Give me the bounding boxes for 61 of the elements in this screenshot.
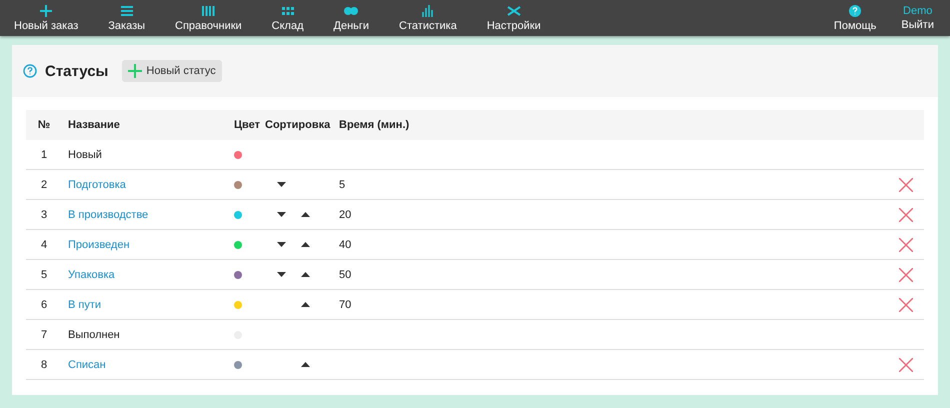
table-cell: 5: [339, 178, 346, 190]
table-cell: 70: [339, 298, 352, 310]
up-arrow-icon[interactable]: [301, 212, 310, 217]
delete-icon[interactable]: [899, 358, 913, 372]
help-link[interactable]: Помощь: [818, 0, 892, 36]
down-arrow-icon[interactable]: [277, 272, 286, 277]
delete-icon[interactable]: [899, 238, 913, 252]
delete-icon[interactable]: [899, 298, 913, 312]
new-status-button[interactable]: Новый статус: [122, 60, 222, 82]
column-header: Цвет: [233, 119, 261, 131]
status-link[interactable]: В производстве: [68, 208, 148, 220]
table-cell-text: 2: [40, 178, 48, 190]
user-name: Demo: [903, 5, 932, 17]
nav-item[interactable]: Деньги: [318, 0, 384, 36]
down-arrow-icon[interactable]: [277, 212, 286, 217]
nav-item[interactable]: Статистика: [384, 0, 472, 36]
table-cell-text: 4: [40, 238, 48, 250]
table-cell-text: 8: [40, 358, 48, 370]
status-link[interactable]: Списан: [68, 358, 106, 370]
delete-icon[interactable]: [899, 268, 913, 282]
help-icon: [849, 4, 862, 16]
table-cell: 40: [339, 238, 352, 250]
status-name: Выполнен: [68, 328, 120, 340]
up-arrow-icon[interactable]: [301, 272, 310, 277]
nav-item[interactable]: Настройки: [472, 0, 556, 36]
nav-item[interactable]: Справочники: [160, 0, 257, 36]
page-title: Статусы: [45, 62, 108, 80]
plus-icon: [39, 4, 54, 16]
table-cell-text: 3: [40, 208, 48, 220]
bars-icon: [201, 4, 216, 16]
table-cell-text: 1: [40, 148, 48, 160]
down-arrow-icon[interactable]: [277, 182, 286, 187]
status-link[interactable]: Произведен: [68, 238, 130, 250]
help-icon[interactable]: [23, 64, 37, 78]
status-name: Новый: [68, 148, 102, 160]
status-link[interactable]: Упаковка: [68, 268, 115, 280]
plus-icon: [128, 64, 142, 78]
down-arrow-icon[interactable]: [277, 242, 286, 247]
grid-icon: [280, 4, 295, 16]
table-cell: 50: [339, 268, 352, 280]
up-arrow-icon[interactable]: [301, 302, 310, 307]
table-cell-text: 6: [40, 298, 48, 310]
table-cell-text: 7: [40, 328, 48, 340]
nav-item[interactable]: Новый заказ: [0, 0, 94, 36]
up-arrow-icon[interactable]: [301, 242, 310, 247]
up-arrow-icon[interactable]: [301, 362, 310, 367]
table-cell: 20: [339, 208, 352, 220]
column-header: Название: [67, 119, 121, 131]
list-icon: [120, 4, 134, 16]
table-cell-text: 5: [40, 268, 48, 280]
nav-item[interactable]: Склад: [256, 0, 319, 36]
column-header: №: [36, 119, 52, 131]
delete-icon[interactable]: [899, 208, 913, 222]
status-link[interactable]: В пути: [68, 298, 102, 310]
nav-item[interactable]: Заказы: [93, 0, 160, 36]
delete-icon[interactable]: [899, 178, 913, 192]
logout-link[interactable]: Выйти: [901, 19, 934, 31]
status-link[interactable]: Подготовка: [68, 178, 126, 190]
column-header: Время (мин.): [338, 119, 410, 131]
column-header: Сортировка: [264, 119, 332, 131]
chart-icon: [420, 4, 435, 16]
